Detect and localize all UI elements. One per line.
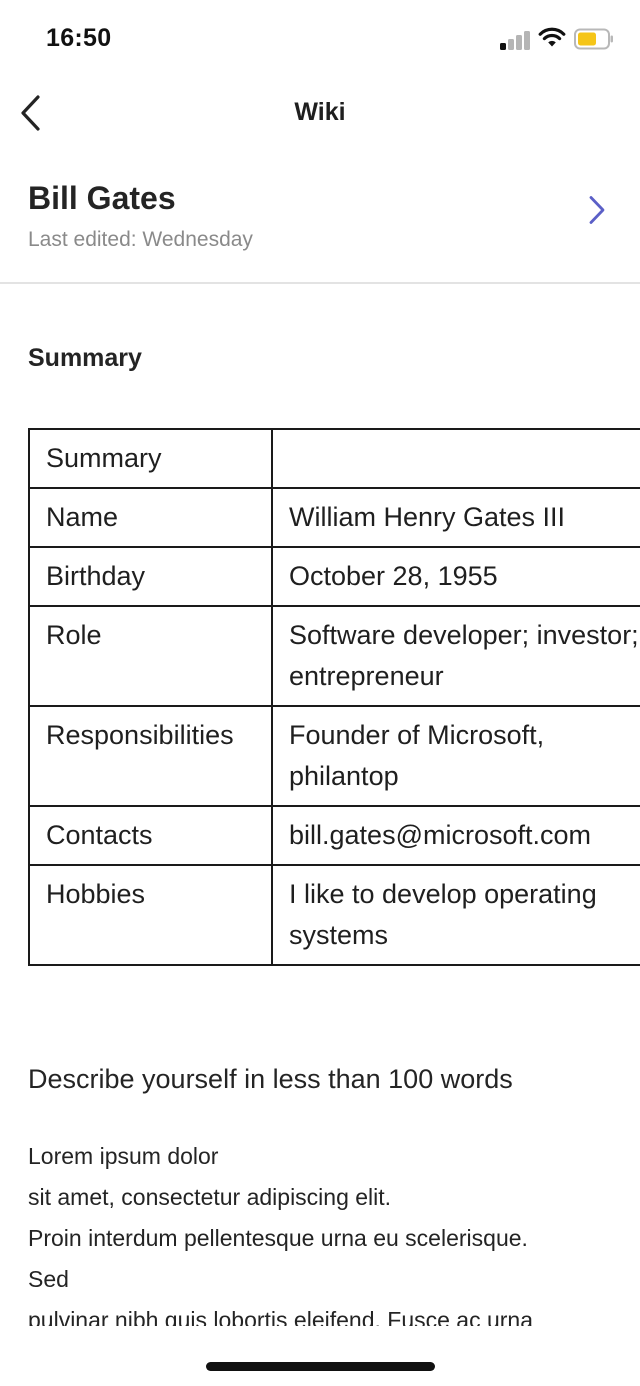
table-cell-label: Contacts [28,805,273,866]
battery-icon [574,28,613,50]
table-cell-value: Software developer; investor; entreprene… [271,605,640,707]
status-time: 16:50 [46,24,112,52]
table-cell-value: I like to develop operating systems [271,864,640,966]
body-line: Lorem ipsum dolor [28,1143,219,1169]
summary-table: Summary Name William Henry Gates III Bir… [28,428,640,966]
nav-title: Wiki [294,98,346,126]
table-cell-value: bill.gates@microsoft.com [271,805,640,866]
table-row: Hobbies I like to develop operating syst… [28,864,640,966]
cellular-signal-icon [500,30,532,50]
page-header[interactable]: Bill Gates Last edited: Wednesday [0,146,640,284]
table-cell-label: Role [28,605,273,707]
wifi-icon [538,27,566,47]
table-cell-value [271,428,640,489]
table-cell-label: Summary [28,428,273,489]
table-row: Name William Henry Gates III [28,487,640,548]
home-indicator[interactable] [206,1362,435,1371]
table-row: Birthday October 28, 1955 [28,546,640,607]
body-line: sit amet, consectetur adipiscing elit. [28,1184,392,1210]
last-edited-label: Last edited: Wednesday [28,228,253,251]
table-cell-label: Name [28,487,273,548]
table-row: Responsibilities Founder of Microsoft, p… [28,705,640,807]
nav-bar: Wiki [0,80,640,146]
body-line: Proin interdum pellentesque urna eu scel… [28,1225,528,1251]
table-row: Summary [28,428,640,489]
page-details-button[interactable] [580,190,614,230]
body-line: Sed [28,1266,69,1292]
page-title: Bill Gates [28,180,176,216]
section-heading: Summary [28,344,142,372]
table-cell-label: Responsibilities [28,705,273,807]
table-cell-value: Founder of Microsoft, philantop [271,705,640,807]
describe-heading: Describe yourself in less than 100 words [28,1064,513,1094]
table-cell-value: October 28, 1955 [271,546,640,607]
table-row: Role Software developer; investor; entre… [28,605,640,707]
status-bar: 16:50 [0,0,640,80]
chevron-right-icon [589,196,605,224]
table-cell-label: Birthday [28,546,273,607]
table-cell-value: William Henry Gates III [271,487,640,548]
table-cell-label: Hobbies [28,864,273,966]
describe-body: Lorem ipsum dolor sit amet, consectetur … [28,1136,628,1326]
body-line: pulvinar nibh quis lobortis eleifend. Fu… [28,1307,534,1326]
table-row: Contacts bill.gates@microsoft.com [28,805,640,866]
